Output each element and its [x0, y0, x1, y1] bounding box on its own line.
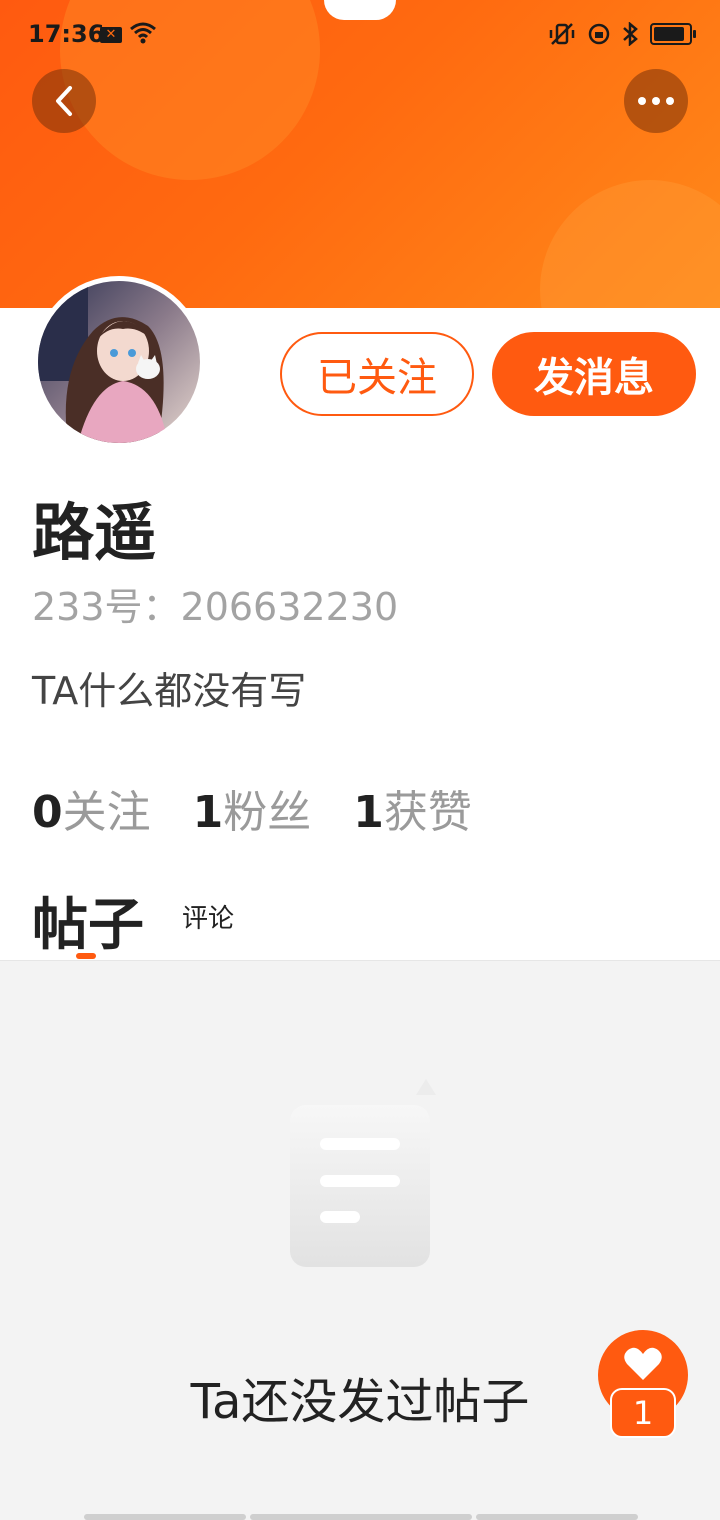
stat-followers[interactable]: 1 粉丝: [193, 776, 312, 840]
bottom-scroll-indicator: [84, 1514, 638, 1520]
status-time: 17:36: [28, 20, 105, 48]
heart-icon: [624, 1347, 662, 1380]
following-button[interactable]: 已关注: [280, 332, 474, 416]
empty-document-icon: [290, 1079, 436, 1267]
tab-posts[interactable]: 帖子: [32, 880, 144, 961]
vibrate-icon: [549, 23, 575, 45]
notification-icon: ✕: [100, 27, 122, 43]
battery-icon: [650, 23, 696, 45]
stat-following-label: 关注: [62, 787, 151, 838]
stat-likes-label: 获赞: [383, 787, 472, 838]
stat-likes[interactable]: 1 获赞: [353, 776, 472, 840]
profile-stats: 0 关注 1 粉丝 1 获赞: [32, 776, 472, 840]
stat-followers-count: 1: [192, 787, 224, 838]
avatar[interactable]: [33, 276, 205, 448]
send-message-button[interactable]: 发消息: [492, 332, 696, 416]
stat-followers-label: 粉丝: [223, 787, 312, 838]
username: 路遥: [32, 496, 157, 569]
back-button[interactable]: [32, 69, 96, 133]
status-bar: 17:36 ✕: [0, 18, 720, 58]
camera-notch: [324, 0, 396, 20]
bluetooth-icon: [623, 22, 638, 46]
avatar-image: [38, 281, 200, 443]
like-count-badge: 1: [610, 1388, 676, 1438]
stat-likes-count: 1: [353, 787, 384, 838]
tab-comments[interactable]: 评论: [182, 898, 234, 935]
tab-active-indicator: [76, 953, 96, 959]
rotation-lock-icon: [588, 23, 610, 45]
chevron-left-icon: [56, 86, 72, 116]
stat-following[interactable]: 0 关注: [32, 776, 151, 840]
banner-decoration: [540, 180, 720, 308]
more-button[interactable]: [624, 69, 688, 133]
more-dots-icon: [638, 97, 674, 105]
user-id: 233号：206632230: [32, 585, 399, 629]
wifi-icon: [130, 22, 156, 44]
stat-following-count: 0: [32, 787, 63, 838]
user-bio: TA什么都没有写: [32, 669, 307, 713]
